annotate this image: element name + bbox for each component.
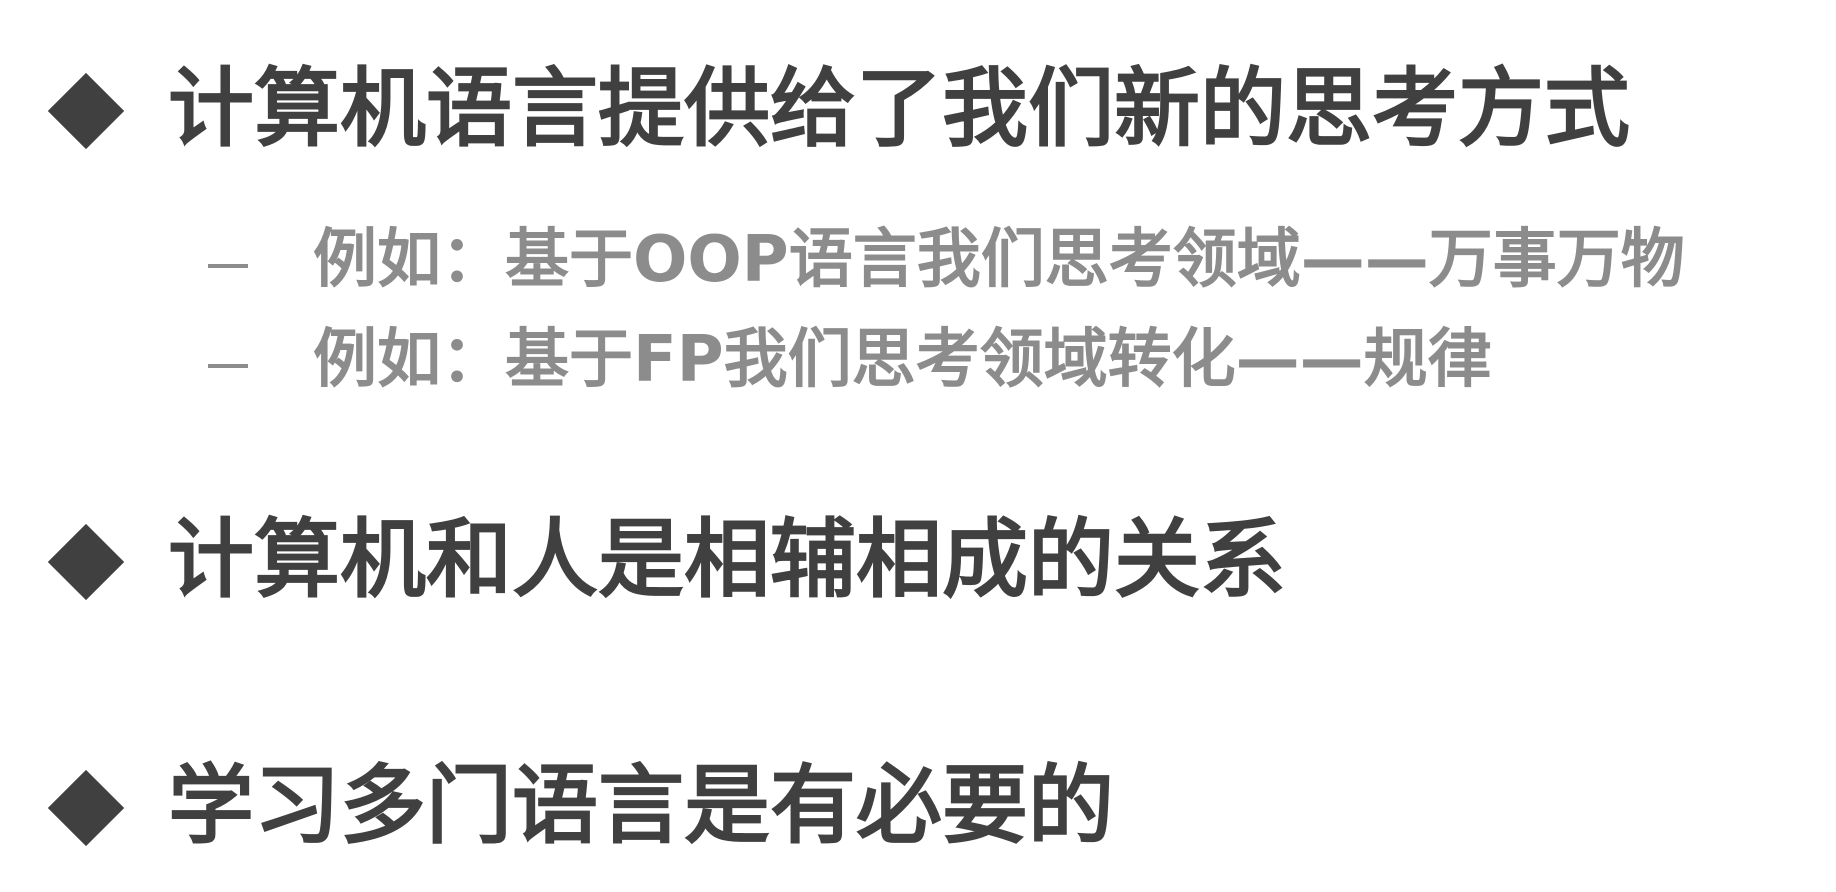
dash-icon bbox=[208, 364, 248, 368]
diamond-icon bbox=[47, 523, 125, 601]
dash-icon bbox=[208, 264, 248, 268]
bullet-text: 学习多门语言是有必要的 bbox=[168, 756, 1114, 856]
diamond-icon bbox=[47, 72, 125, 150]
sub-bullet-text: 例如：基于FP我们思考领域转化——规律 bbox=[313, 323, 1492, 397]
bullet-text: 计算机语言提供给了我们新的思考方式 bbox=[168, 59, 1630, 159]
bullet-text: 计算机和人是相辅相成的关系 bbox=[168, 510, 1286, 610]
sub-bullet-text: 例如：基于OOP语言我们思考领域——万事万物 bbox=[313, 223, 1685, 297]
diamond-icon bbox=[47, 769, 125, 847]
